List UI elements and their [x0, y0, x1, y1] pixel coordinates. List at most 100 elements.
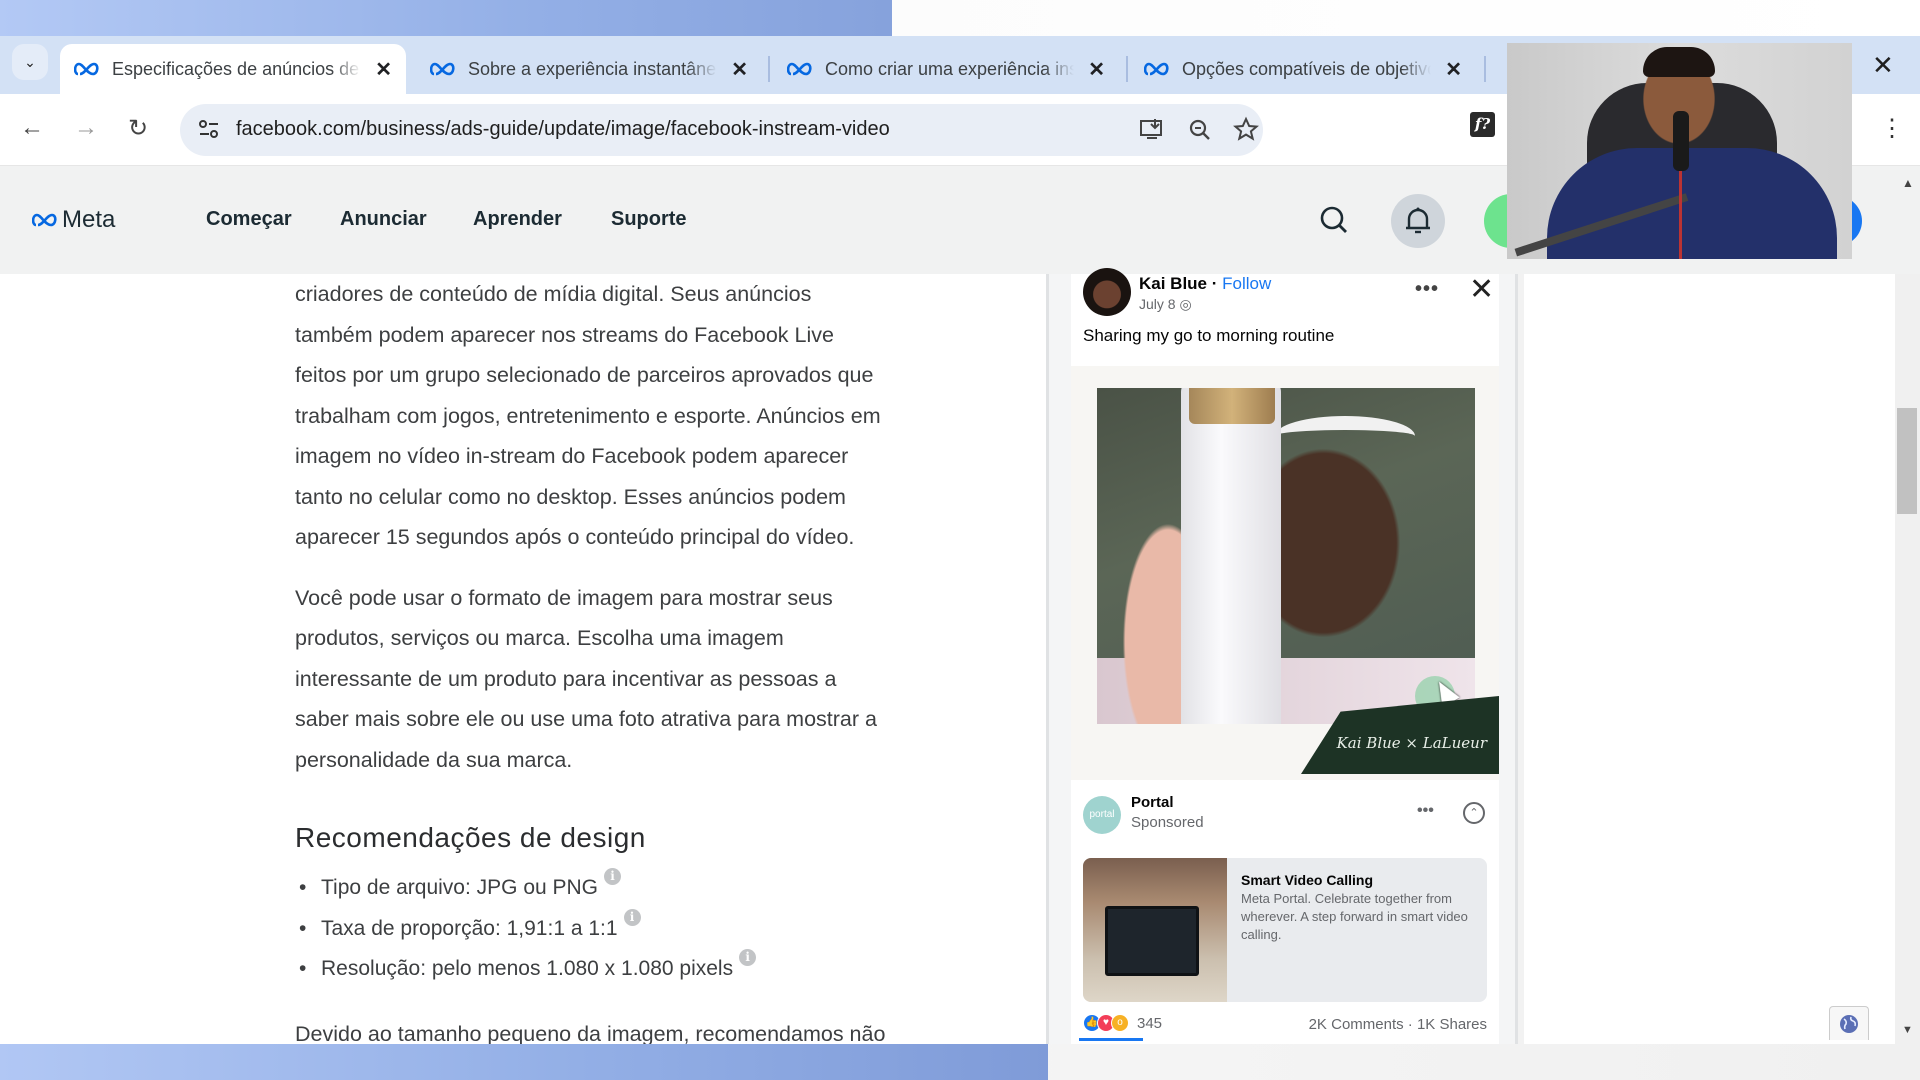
text-line: criadores de conteúdo de mídia digital. …: [295, 282, 812, 306]
webcam-microphone: [1673, 111, 1689, 171]
collapse-ad-icon[interactable]: ⌃: [1463, 802, 1485, 824]
spec-text: Resolução: pelo menos 1.080 x 1.080 pixe…: [321, 957, 734, 980]
tab-separator: [768, 56, 770, 82]
sponsored-label: Sponsored: [1131, 814, 1204, 831]
ad-card[interactable]: Smart Video Calling Meta Portal. Celebra…: [1083, 858, 1487, 1002]
backdrop-gradient: [0, 1044, 1048, 1080]
tab-opcoes-compativeis[interactable]: Opções compatíveis de objetivo ✕: [1130, 44, 1476, 94]
reactions-summary[interactable]: 👍 ♥ o 345: [1083, 1014, 1162, 1032]
video-bottle: [1181, 388, 1281, 724]
trailing-paragraph: Devido ao tamanho pequeno da imagem, rec…: [295, 1021, 886, 1046]
wow-reaction-icon: o: [1111, 1014, 1129, 1032]
nav-comecar[interactable]: Começar: [206, 208, 292, 231]
nav-aprender[interactable]: Aprender: [473, 208, 562, 231]
site-settings-icon[interactable]: [198, 118, 220, 140]
video-bottle-cap: [1189, 388, 1275, 424]
meta-logo-icon: [1144, 62, 1169, 76]
ad-preview-frame: Kai Blue · Follow July 8 ◎ ••• ✕ Sharing…: [1046, 268, 1518, 1044]
bell-icon: [1406, 207, 1430, 234]
webcam-presenter-hair: [1643, 47, 1715, 77]
sponsored-ad-header: portal Portal Sponsored ••• ⌃: [1071, 794, 1499, 844]
search-icon[interactable]: [1318, 204, 1350, 236]
text-line: personalidade da sua marca.: [295, 747, 573, 772]
author-name: Kai Blue: [1139, 274, 1208, 293]
bottom-backdrop: [0, 1044, 1920, 1080]
design-recommendations-heading: Recomendações de design: [295, 822, 646, 853]
text-line: também podem aparecer nos streams do Fac…: [295, 322, 834, 347]
tab-separator: [1126, 56, 1128, 82]
spec-text: Taxa de proporção: 1,91:1 a 1:1: [321, 916, 618, 940]
close-icon[interactable]: ✕: [375, 57, 392, 82]
paragraph-placements: criadores de conteúdo de mídia digital. …: [295, 274, 955, 558]
video-frame[interactable]: [1097, 388, 1475, 724]
post-date: July 8 ◎: [1139, 296, 1192, 313]
webcam-mic-cable: [1679, 171, 1682, 259]
post-author: Kai Blue · Follow: [1139, 274, 1271, 294]
extension-button[interactable]: f?: [1470, 112, 1495, 137]
spec-resolution: Resolução: pelo menos 1.080 x 1.080 pixe…: [295, 949, 955, 990]
text-line: interessante de um produto para incentiv…: [295, 666, 837, 691]
top-backdrop: [0, 0, 1920, 36]
right-column: [1518, 274, 1895, 1044]
ad-thumbnail: [1083, 858, 1227, 1002]
close-icon[interactable]: ✕: [1445, 57, 1462, 82]
text-line: tanto no celular como no desktop. Esses …: [295, 484, 846, 509]
video-progress-bar: [1079, 1038, 1144, 1041]
spec-aspect-ratio: Taxa de proporção: 1,91:1 a 1:1 i: [295, 908, 955, 950]
scrollbar-thumb[interactable]: [1897, 408, 1917, 514]
scroll-down-arrow-icon[interactable]: ▼: [1902, 1024, 1913, 1036]
author-avatar: [1083, 268, 1131, 316]
reload-button[interactable]: ↻: [128, 114, 148, 143]
text-line: produtos, serviços ou marca. Escolha uma…: [295, 626, 784, 650]
follow-link[interactable]: Follow: [1222, 274, 1271, 293]
article-content: criadores de conteúdo de mídia digital. …: [295, 274, 955, 1047]
post-caption: Sharing my go to morning routine: [1083, 326, 1335, 345]
webcam-overlay: [1507, 43, 1852, 259]
url-text[interactable]: facebook.com/business/ads-guide/update/i…: [236, 118, 890, 141]
scroll-up-arrow-icon[interactable]: ▲: [1902, 176, 1914, 190]
paragraph-image-format: Você pode usar o formato de imagem para …: [295, 578, 955, 781]
page-scrollbar[interactable]: ▼: [1895, 274, 1920, 1044]
close-icon[interactable]: ✕: [1088, 57, 1105, 82]
facebook-post-preview: Kai Blue · Follow July 8 ◎ ••• ✕ Sharing…: [1071, 268, 1499, 1044]
tab-title: Como criar uma experiência ins: [825, 58, 1075, 79]
info-icon[interactable]: i: [604, 868, 622, 885]
browser-menu-icon[interactable]: ⋮: [1880, 114, 1904, 143]
close-icon[interactable]: ✕: [731, 57, 748, 82]
meta-logo-text: Meta: [62, 206, 116, 233]
meta-logo[interactable]: Meta: [32, 206, 115, 234]
tab-sobre-experiencia[interactable]: Sobre a experiência instantânea ✕: [416, 44, 762, 94]
meta-infinity-icon: [32, 213, 57, 227]
text-line: aparecer 15 segundos após o conteúdo pri…: [295, 525, 855, 549]
window-close-button[interactable]: ✕: [1872, 50, 1894, 81]
language-button[interactable]: [1829, 1006, 1869, 1040]
video-headband: [1275, 416, 1415, 456]
tab-search-dropdown[interactable]: ⌄: [12, 44, 48, 80]
tab-title: Opções compatíveis de objetivo: [1182, 58, 1432, 79]
nav-anunciar[interactable]: Anunciar: [340, 208, 427, 231]
zoom-out-icon[interactable]: [1186, 116, 1214, 144]
ad-more-options-icon[interactable]: •••: [1417, 802, 1434, 820]
design-spec-list: Tipo de arquivo: JPG ou PNG i Taxa de pro…: [295, 868, 955, 990]
forward-button[interactable]: →: [74, 114, 98, 142]
brand-text: Kai Blue × LaLueur: [1336, 734, 1487, 752]
text-line: Você pode usar o formato de imagem para …: [295, 585, 833, 610]
globe-privacy-icon: ◎: [1179, 296, 1192, 312]
text-line: feitos por um grupo selecionado de parce…: [295, 363, 874, 387]
address-bar[interactable]: facebook.com/business/ads-guide/update/i…: [180, 104, 1263, 156]
comments-shares-count[interactable]: 2K Comments · 1K Shares: [1309, 1016, 1487, 1033]
date-text: July 8: [1139, 296, 1176, 312]
bookmark-star-icon[interactable]: [1232, 116, 1260, 144]
post-more-options-icon[interactable]: •••: [1415, 278, 1439, 301]
install-app-icon[interactable]: [1138, 116, 1166, 144]
text-line: saber mais sobre ele ou use uma foto atr…: [295, 707, 877, 731]
notifications-button[interactable]: [1391, 194, 1445, 248]
info-icon[interactable]: i: [623, 908, 641, 926]
info-icon[interactable]: i: [739, 949, 757, 966]
nav-suporte[interactable]: Suporte: [611, 208, 687, 231]
tab-como-criar[interactable]: Como criar uma experiência ins ✕: [773, 44, 1119, 94]
spec-file-type: Tipo de arquivo: JPG ou PNG i: [295, 868, 955, 909]
post-close-icon[interactable]: ✕: [1469, 272, 1494, 307]
tab-especificacoes[interactable]: Especificações de anúncios de c ✕: [60, 44, 406, 94]
back-button[interactable]: ←: [20, 114, 44, 142]
